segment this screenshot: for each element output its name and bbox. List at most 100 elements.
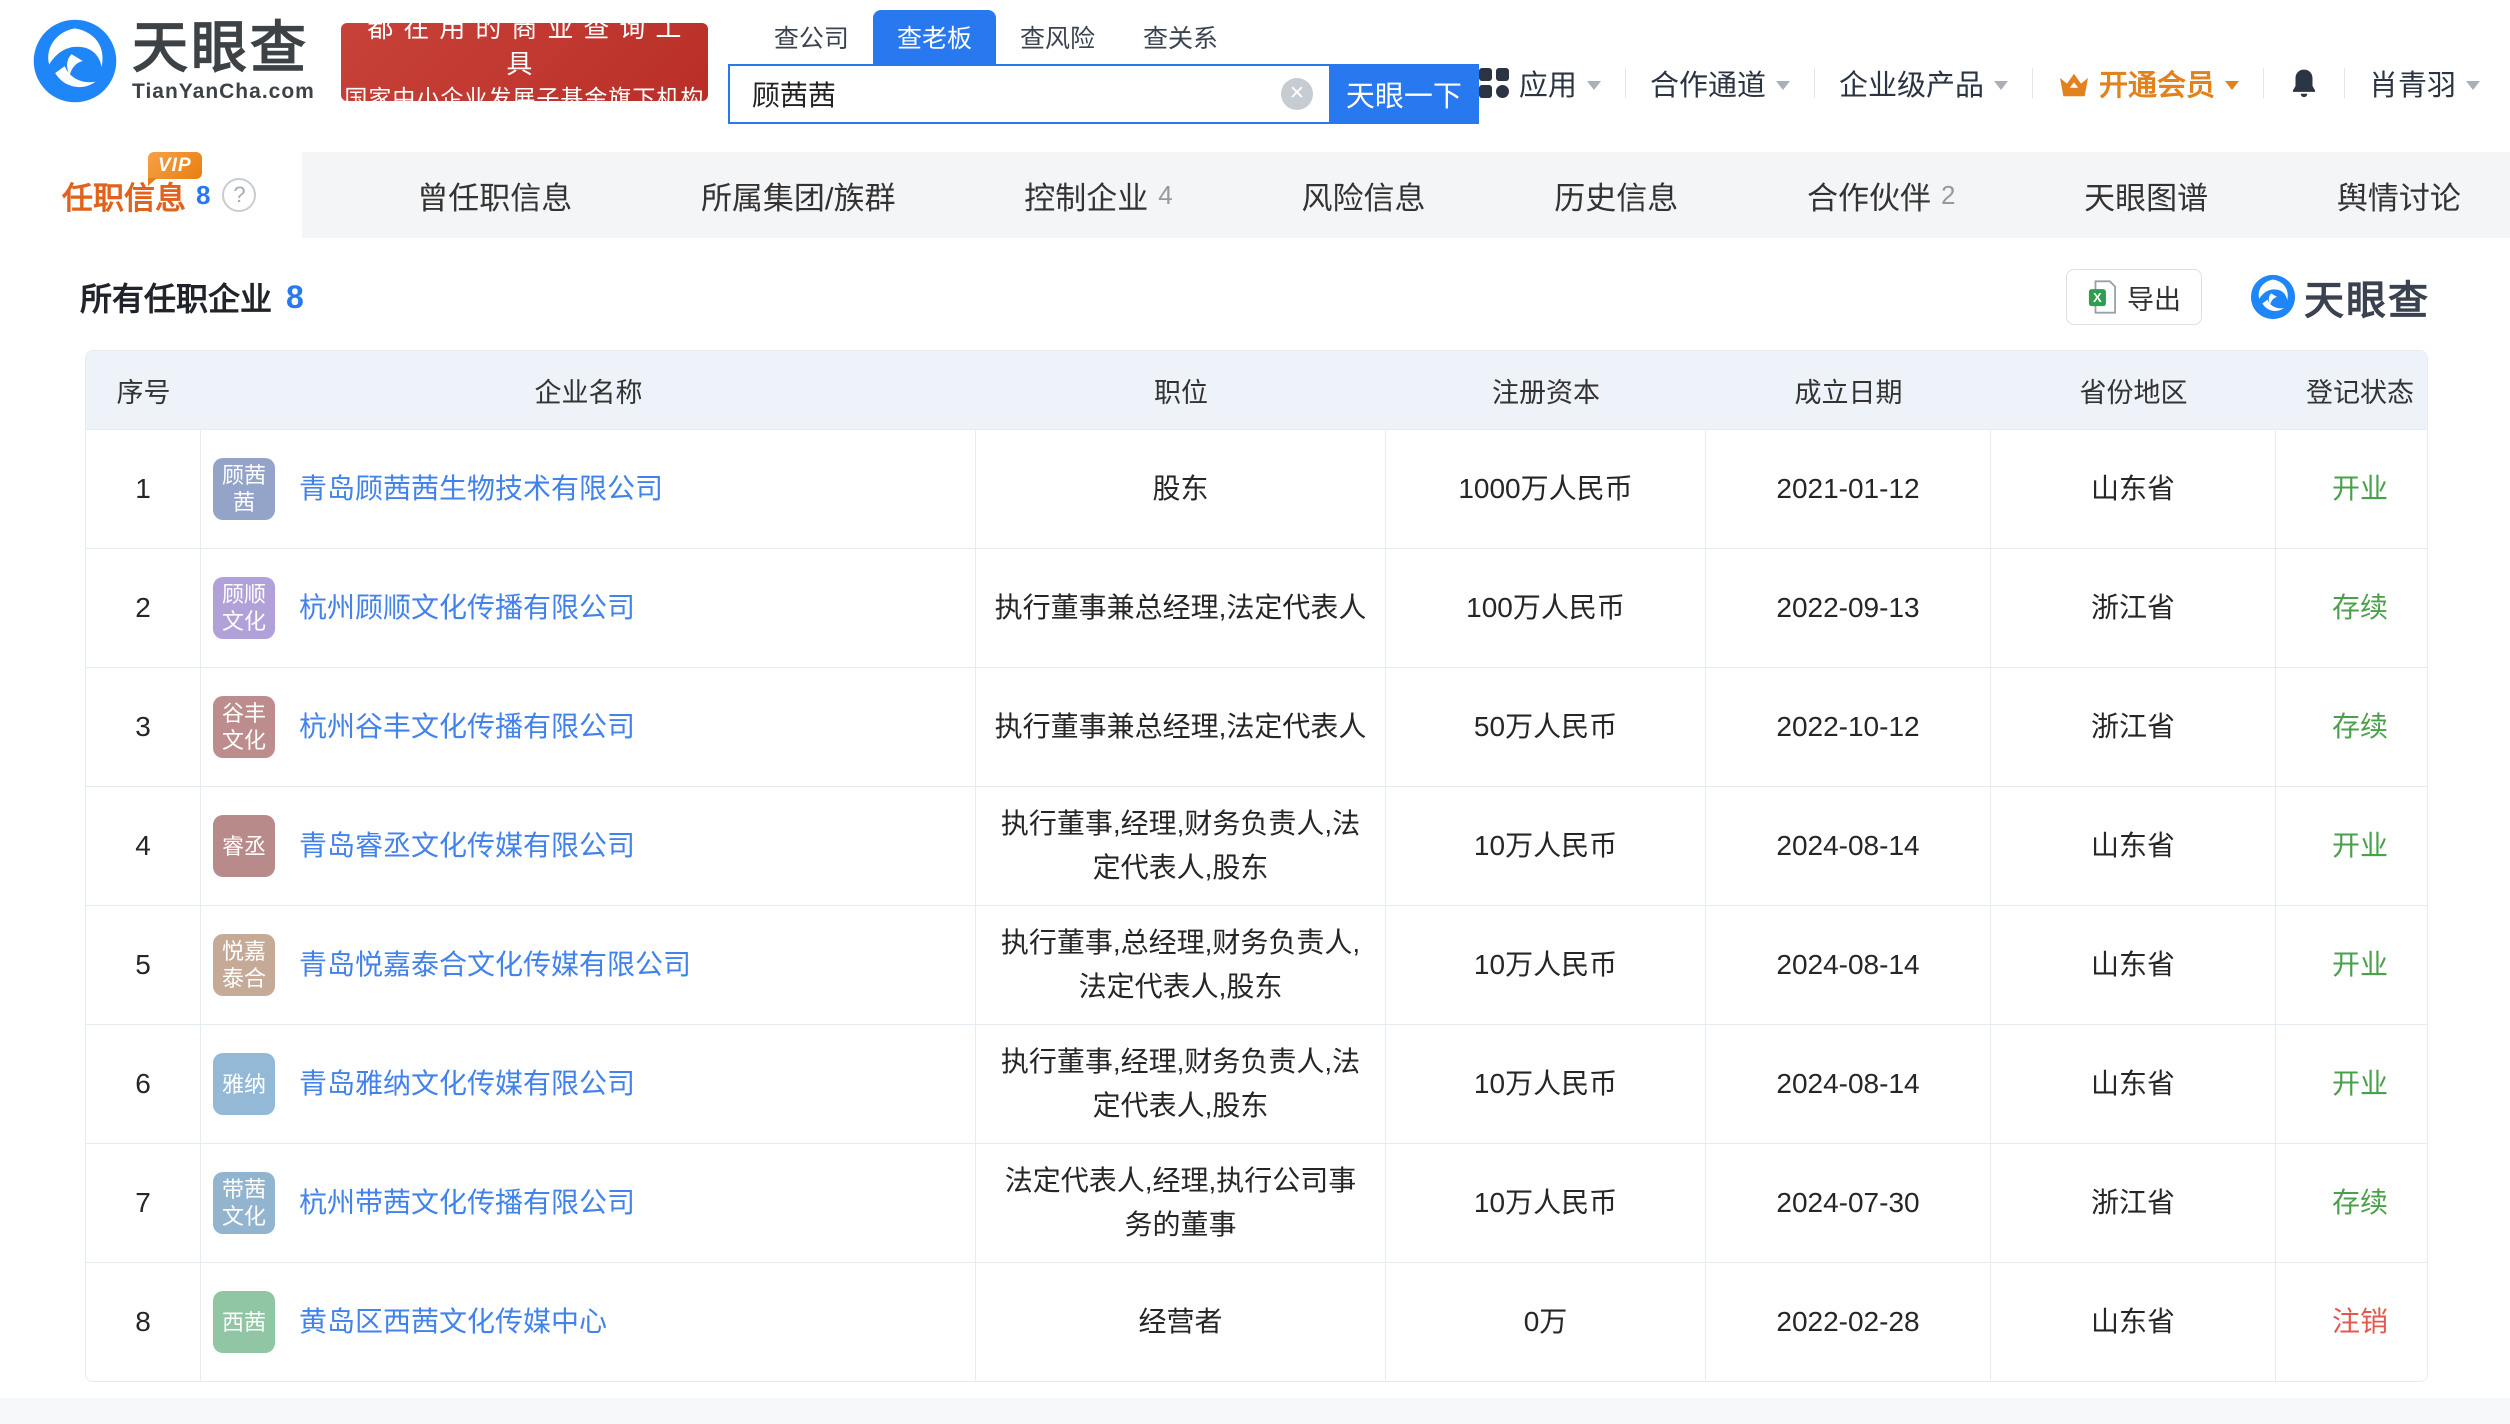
- row-date: 2022-09-13: [1706, 549, 1991, 667]
- row-date: 2022-10-12: [1706, 668, 1991, 786]
- top-header: 天眼查 TianYanCha.com 都在用的商业查询工具 国家中小企业发展子基…: [0, 0, 2510, 134]
- clear-search-icon[interactable]: ✕: [1281, 78, 1313, 110]
- company-link[interactable]: 青岛顾茜茜生物技术有限公司: [299, 469, 663, 509]
- page-tab-count: 4: [1158, 180, 1172, 211]
- nav-enterprise-products[interactable]: 企业级产品: [1839, 62, 2008, 104]
- row-province: 山东省: [1991, 430, 2276, 548]
- crown-icon: [2057, 71, 2091, 99]
- row-position: 法定代表人,经理,执行公司事务的董事: [976, 1144, 1386, 1262]
- row-index: 8: [86, 1263, 201, 1381]
- company-link[interactable]: 杭州带茜文化传播有限公司: [299, 1183, 635, 1223]
- table-body: 1 顾茜茜 青岛顾茜茜生物技术有限公司 股东 1000万人民币 2021-01-…: [86, 429, 2427, 1381]
- nav-partner-channel[interactable]: 合作通道: [1650, 62, 1790, 104]
- search-button[interactable]: 天眼一下: [1329, 64, 1479, 124]
- nav-partner-label: 合作通道: [1650, 62, 1766, 104]
- nav-apps-label: 应用: [1519, 62, 1577, 104]
- section-count: 8: [286, 279, 304, 316]
- section-header: 所有任职企业 8 X 导出 天眼查: [80, 268, 2430, 326]
- page-tab-label: 控制企业: [1024, 173, 1148, 218]
- company-logo-badge: 悦嘉泰合: [213, 934, 275, 996]
- row-date: 2021-01-12: [1706, 430, 1991, 548]
- excel-icon: X: [2087, 280, 2117, 314]
- column-header-position: 职位: [976, 371, 1386, 410]
- search-tab[interactable]: 查风险: [996, 10, 1119, 64]
- row-province: 山东省: [1991, 1025, 2276, 1143]
- search-area: 查公司 查老板 查风险 查关系 ✕ 天眼一下: [728, 10, 1479, 124]
- page-tab[interactable]: 天眼图谱: [2070, 152, 2222, 238]
- page-tab[interactable]: 风险信息: [1288, 152, 1440, 238]
- page-tab-label: 天眼图谱: [2084, 173, 2208, 218]
- company-logo-badge: 雅纳: [213, 1053, 275, 1115]
- company-link[interactable]: 黄岛区西茜文化传媒中心: [299, 1302, 607, 1342]
- page-tab[interactable]: VIP 任职信息 8 ?: [0, 152, 302, 238]
- divider: [1814, 68, 1815, 98]
- row-status: 开业: [2276, 787, 2428, 905]
- search-tab-label: 查关系: [1143, 25, 1218, 53]
- divider: [2032, 68, 2033, 98]
- row-status: 存续: [2276, 668, 2428, 786]
- row-position: 执行董事,经理,财务负责人,法定代表人,股东: [976, 1025, 1386, 1143]
- company-link[interactable]: 杭州谷丰文化传播有限公司: [299, 707, 635, 747]
- page-tab[interactable]: 所属集团/族群: [687, 152, 910, 238]
- company-link[interactable]: 青岛雅纳文化传媒有限公司: [299, 1064, 635, 1104]
- page-tab[interactable]: 历史信息: [1540, 152, 1692, 238]
- search-tab[interactable]: 查关系: [1119, 10, 1242, 64]
- page-tab[interactable]: 曾任职信息: [403, 152, 586, 238]
- divider: [1625, 68, 1626, 98]
- export-button[interactable]: X 导出: [2066, 269, 2202, 325]
- section-title: 所有任职企业: [80, 274, 272, 320]
- search-tab-label: 查老板: [897, 25, 972, 53]
- table-row: 1 顾茜茜 青岛顾茜茜生物技术有限公司 股东 1000万人民币 2021-01-…: [86, 429, 2427, 548]
- page-tab-label: 所属集团/族群: [701, 173, 896, 218]
- row-index: 5: [86, 906, 201, 1024]
- company-link[interactable]: 青岛睿丞文化传媒有限公司: [299, 826, 635, 866]
- company-link[interactable]: 杭州顾顺文化传播有限公司: [299, 588, 635, 628]
- page-tab[interactable]: 舆情讨论: [2323, 152, 2475, 238]
- notifications-button[interactable]: [2288, 65, 2320, 101]
- row-capital: 100万人民币: [1386, 549, 1706, 667]
- table-row: 8 西茜 黄岛区西茜文化传媒中心 经营者 0万 2022-02-28 山东省 注…: [86, 1262, 2427, 1381]
- company-logo-badge: 顾顺文化: [213, 577, 275, 639]
- watermark-label: 天眼查: [2304, 268, 2430, 326]
- row-province: 山东省: [1991, 787, 2276, 905]
- chevron-down-icon: [1776, 81, 1790, 90]
- search-tab[interactable]: 查公司: [750, 10, 873, 64]
- row-index: 1: [86, 430, 201, 548]
- chevron-down-icon: [2225, 81, 2239, 90]
- column-header-index: 序号: [86, 371, 201, 410]
- divider: [2263, 68, 2264, 98]
- company-logo-badge: 睿丞: [213, 815, 275, 877]
- column-header-status: 登记状态: [2276, 371, 2428, 410]
- search-tab[interactable]: 查老板: [873, 10, 996, 64]
- tianyancha-logo[interactable]: 天眼查 TianYanCha.com: [32, 18, 315, 104]
- promo-banner[interactable]: 都在用的商业查询工具 国家中小企业发展子基金旗下机构: [341, 23, 708, 101]
- table-row: 2 顾顺文化 杭州顾顺文化传播有限公司 执行董事兼总经理,法定代表人 100万人…: [86, 548, 2427, 667]
- search-input[interactable]: [730, 78, 1281, 110]
- row-province: 浙江省: [1991, 1144, 2276, 1262]
- row-capital: 50万人民币: [1386, 668, 1706, 786]
- row-capital: 10万人民币: [1386, 787, 1706, 905]
- row-position: 执行董事兼总经理,法定代表人: [976, 549, 1386, 667]
- user-menu[interactable]: 肖青羽: [2369, 62, 2480, 104]
- vip-badge: VIP: [148, 152, 202, 179]
- page-tab-label: 任职信息: [62, 173, 186, 218]
- brand-name: 天眼查: [132, 18, 315, 78]
- table-header-row: 序号 企业名称 职位 注册资本 成立日期 省份地区 登记状态: [86, 351, 2427, 429]
- table-row: 7 带茜文化 杭州带茜文化传播有限公司 法定代表人,经理,执行公司事务的董事 1…: [86, 1143, 2427, 1262]
- row-date: 2024-07-30: [1706, 1144, 1991, 1262]
- page-tab[interactable]: 合作伙伴 2: [1793, 152, 1969, 238]
- row-position: 执行董事,总经理,财务负责人,法定代表人,股东: [976, 906, 1386, 1024]
- search-tabs: 查公司 查老板 查风险 查关系: [728, 10, 1479, 64]
- row-capital: 10万人民币: [1386, 1144, 1706, 1262]
- row-status: 存续: [2276, 1144, 2428, 1262]
- tianyancha-watermark: 天眼查: [2250, 268, 2430, 326]
- page-tab[interactable]: 控制企业 4: [1010, 152, 1186, 238]
- row-capital: 0万: [1386, 1263, 1706, 1381]
- nav-apps[interactable]: 应用: [1479, 62, 1601, 104]
- help-icon[interactable]: ?: [222, 178, 256, 212]
- nav-vip-membership[interactable]: 开通会员: [2057, 62, 2239, 104]
- divider: [2344, 68, 2345, 98]
- main-content: 所有任职企业 8 X 导出 天眼查 序号 企业名称 职位 注册资本: [0, 268, 2510, 1424]
- company-link[interactable]: 青岛悦嘉泰合文化传媒有限公司: [299, 945, 691, 985]
- svg-text:X: X: [2093, 290, 2102, 305]
